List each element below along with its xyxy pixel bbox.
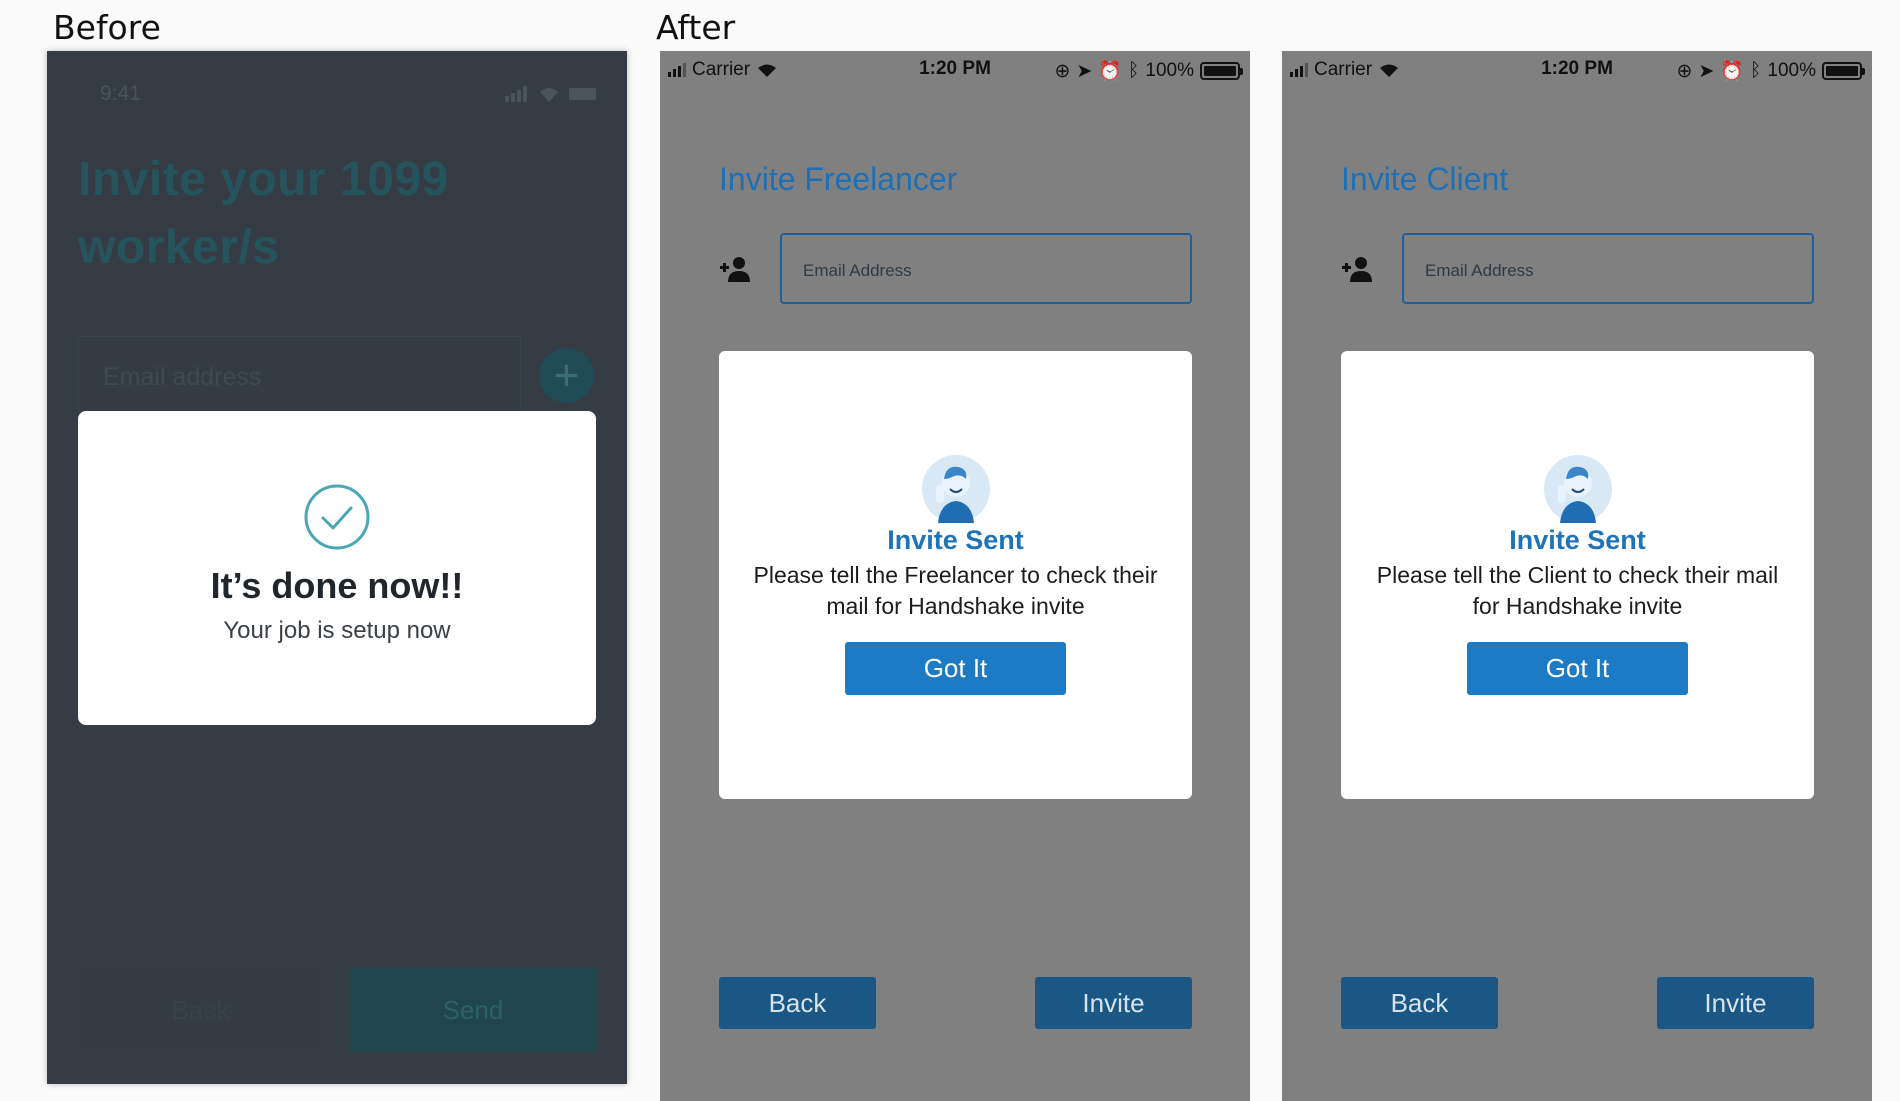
battery-percent: 100%: [1767, 60, 1816, 81]
lock-rotation-icon: ⊕: [1676, 60, 1693, 82]
before-phone-screen: 9:41 Invite your 1099 worker/s Email add…: [47, 51, 627, 1084]
page-title: Invite Client: [1341, 161, 1509, 197]
add-button[interactable]: +: [539, 348, 594, 403]
battery-icon: [569, 88, 596, 100]
page-title: Invite your 1099 worker/s: [78, 153, 449, 274]
modal-subtitle: Your job is setup now: [223, 617, 451, 644]
location-icon: ➤: [1698, 60, 1715, 82]
invite-button[interactable]: Invite: [1657, 977, 1814, 1029]
after-phone-screen-client: Carrier 1:20 PM ⊕ ➤ ⏰ ᛒ 100% Invite Clie…: [1282, 51, 1872, 1101]
after-label: After: [656, 8, 736, 47]
email-input[interactable]: Email address: [78, 336, 521, 414]
invite-sent-modal: Invite Sent Please tell the Client to ch…: [1341, 351, 1814, 799]
status-time: 9:41: [100, 82, 141, 105]
add-person-icon: [720, 257, 750, 282]
battery-icon: [1822, 62, 1865, 80]
got-it-button[interactable]: Got It: [1467, 642, 1688, 695]
bluetooth-icon: ᛒ: [1749, 60, 1762, 81]
plus-icon: +: [553, 350, 580, 400]
battery-icon: [1200, 62, 1243, 80]
got-it-button[interactable]: Got It: [845, 642, 1066, 695]
invite-sent-modal: Invite Sent Please tell the Freelancer t…: [719, 351, 1192, 799]
back-button[interactable]: Back: [78, 968, 323, 1052]
signal-icon: [505, 86, 527, 102]
status-bar: Carrier 1:20 PM ⊕ ➤ ⏰ ᛒ 100%: [1282, 51, 1872, 87]
email-input[interactable]: Email Address: [1402, 233, 1814, 304]
modal-title: Invite Sent: [887, 525, 1024, 555]
check-circle-icon: [304, 484, 370, 550]
status-bar: 9:41: [100, 79, 599, 109]
success-modal: It’s done now!! Your job is setup now: [78, 411, 596, 725]
add-person-icon: [1342, 257, 1372, 282]
modal-title: Invite Sent: [1509, 525, 1646, 555]
status-bar: Carrier 1:20 PM ⊕ ➤ ⏰ ᛒ 100%: [660, 51, 1250, 87]
alarm-icon: ⏰: [1720, 61, 1744, 82]
status-icons: [505, 85, 599, 103]
back-button[interactable]: Back: [1341, 977, 1498, 1029]
modal-message: Please tell the Freelancer to check thei…: [753, 562, 1158, 619]
battery-percent: 100%: [1145, 60, 1194, 81]
send-button[interactable]: Send: [349, 968, 597, 1052]
mascot-icon: [921, 455, 990, 523]
wifi-icon: [540, 88, 558, 102]
bluetooth-icon: ᛒ: [1127, 60, 1140, 81]
modal-message: Please tell the Client to check their ma…: [1376, 562, 1779, 619]
page-title: Invite Freelancer: [719, 161, 958, 197]
modal-title: It’s done now!!: [210, 565, 464, 606]
invite-button[interactable]: Invite: [1035, 977, 1192, 1029]
before-label: Before: [53, 8, 161, 47]
after-phone-screen-freelancer: Carrier 1:20 PM ⊕ ➤ ⏰ ᛒ 100% Invite Free…: [660, 51, 1250, 1101]
comparison-page: Before After 9:41 Invite your 1099 worke…: [0, 0, 1900, 1101]
mascot-icon: [1543, 455, 1612, 523]
alarm-icon: ⏰: [1098, 61, 1122, 82]
back-button[interactable]: Back: [719, 977, 876, 1029]
email-input[interactable]: Email Address: [780, 233, 1192, 304]
lock-rotation-icon: ⊕: [1054, 60, 1071, 82]
location-icon: ➤: [1076, 60, 1093, 82]
